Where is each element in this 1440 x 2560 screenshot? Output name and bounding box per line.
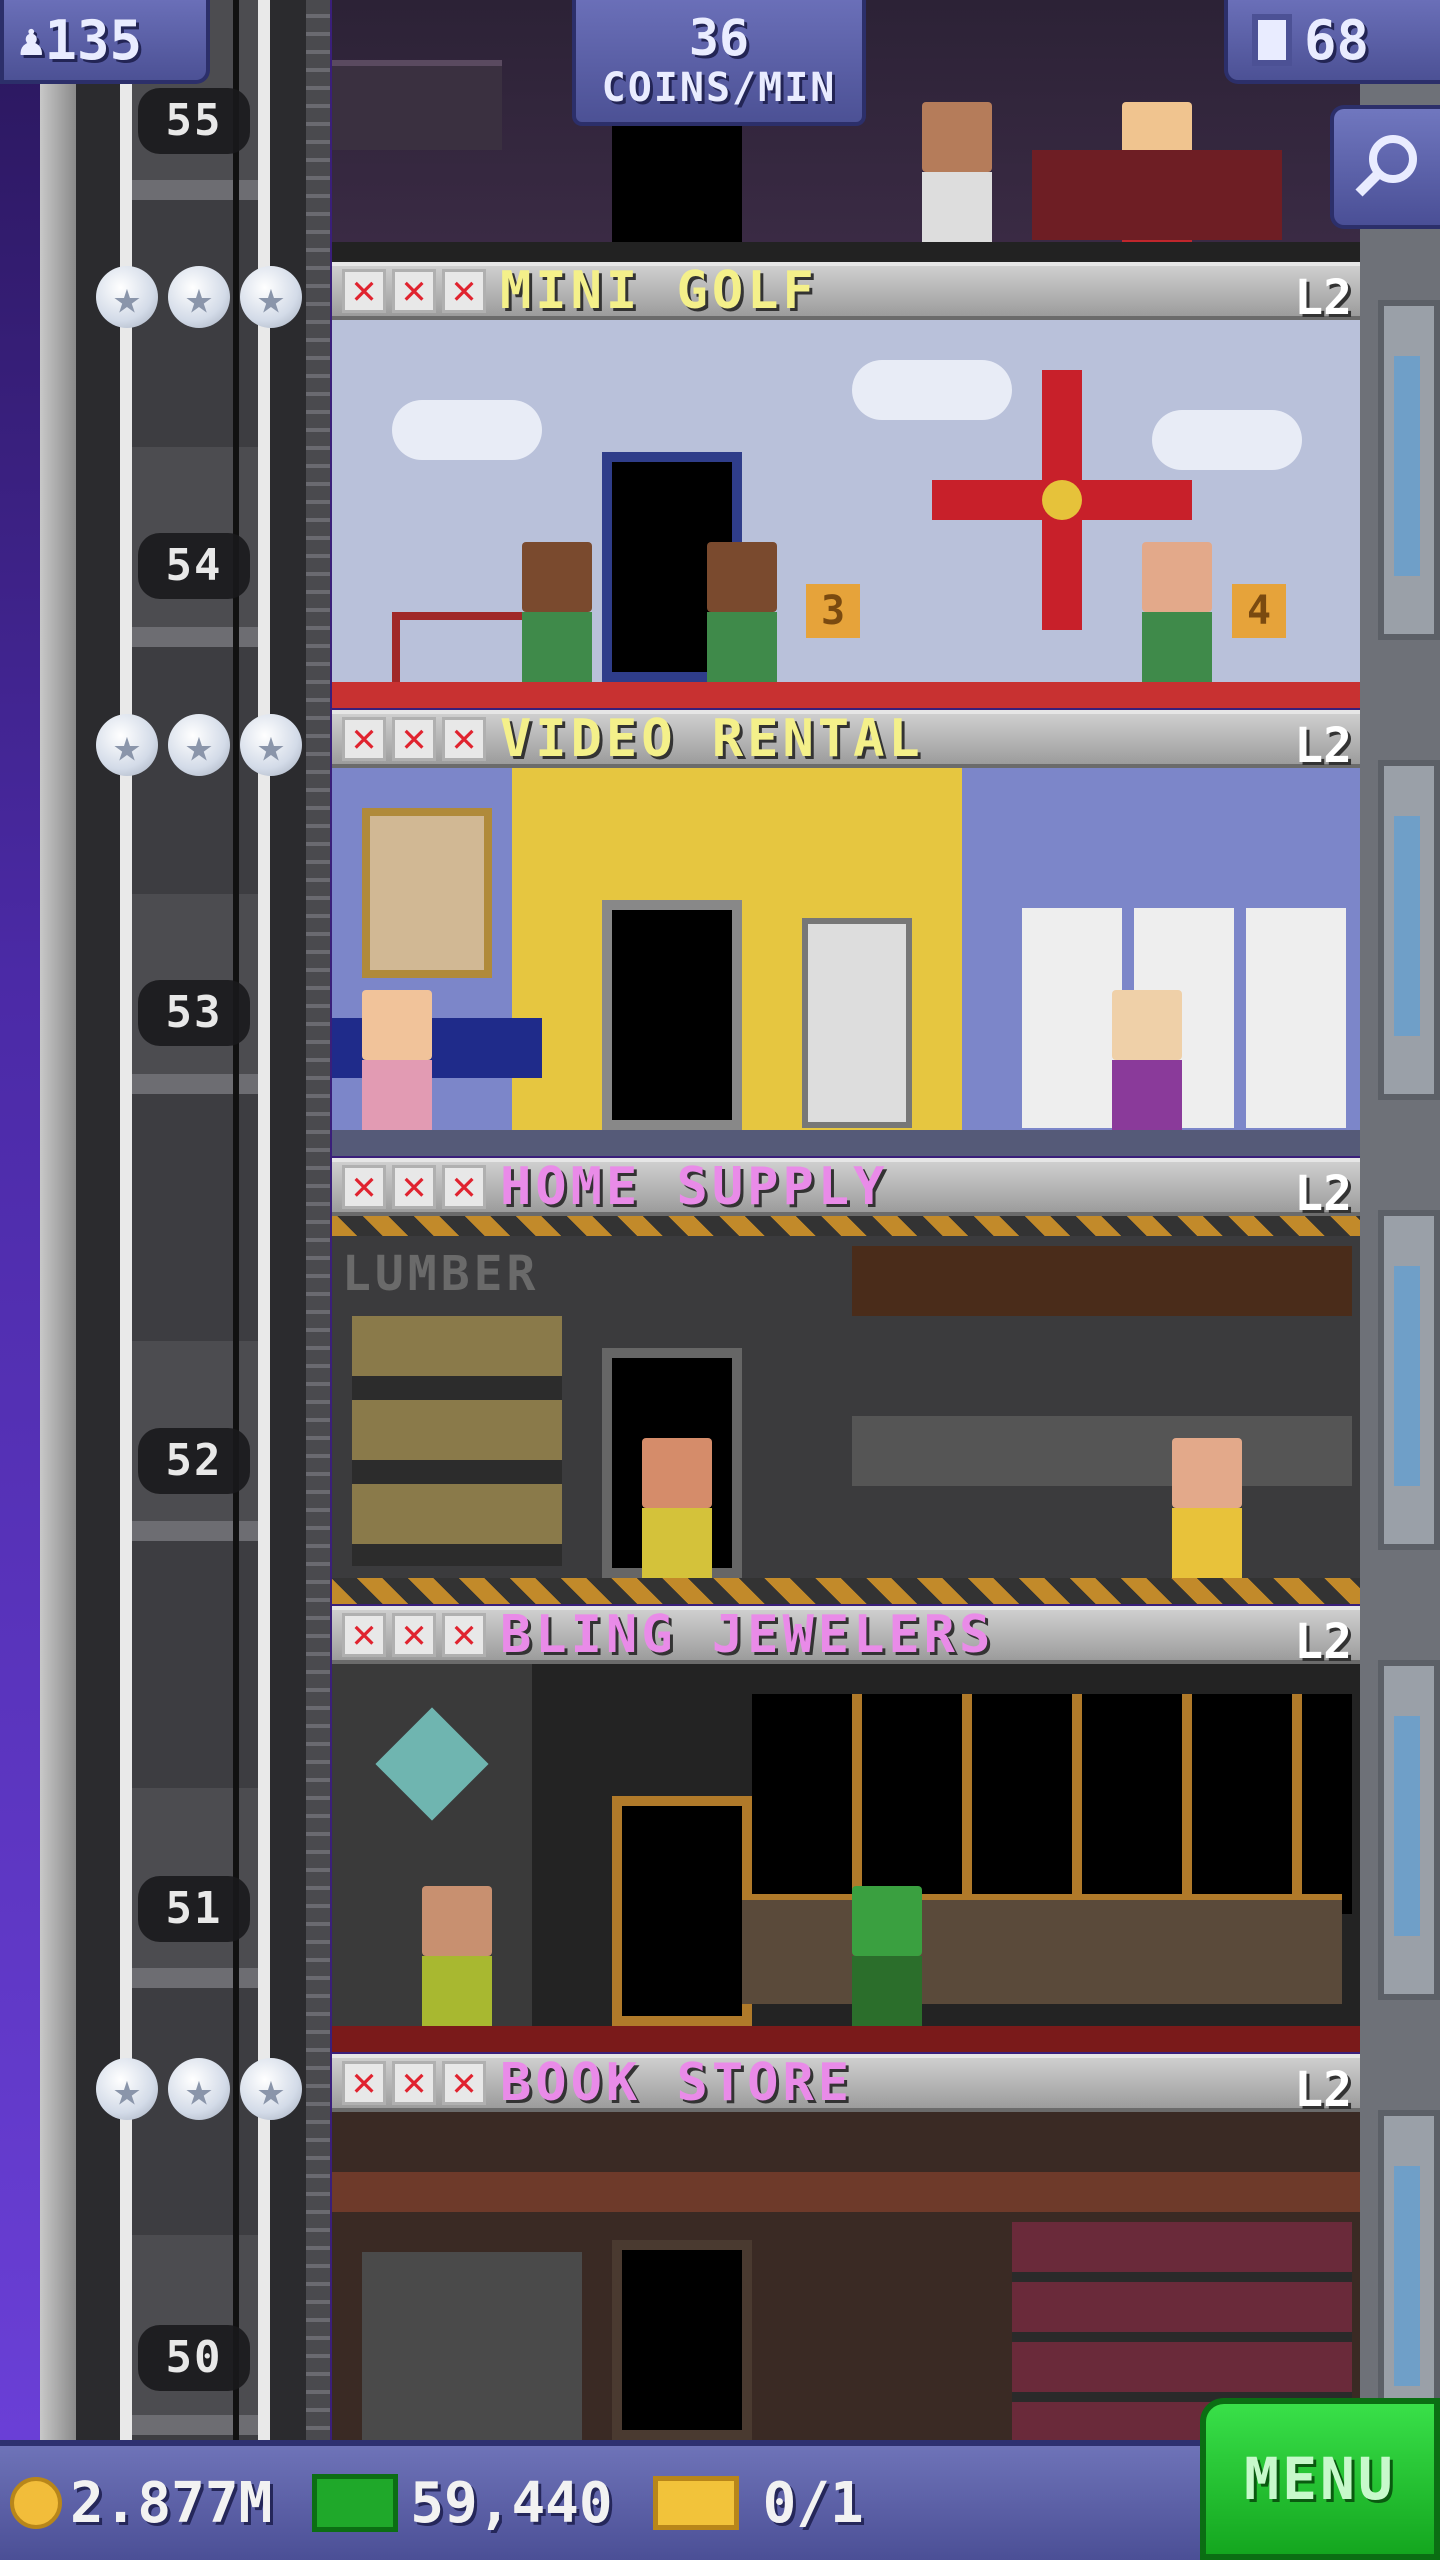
coins-per-min-value: 36: [688, 9, 750, 67]
bux-icon: [312, 2474, 399, 2532]
bitizen-character[interactable]: [1112, 990, 1182, 1130]
arcade-machine: [802, 918, 912, 1128]
floor-50-book-store[interactable]: ✕ ✕ ✕ BOOK STORE L2: [332, 2053, 1360, 2440]
star-icon: ★: [96, 714, 158, 776]
search-button[interactable]: [1330, 105, 1440, 229]
floor-number-50: 50: [138, 2325, 250, 2391]
floor-name: MINI GOLF: [500, 261, 818, 321]
unstocked-x-icon: ✕: [342, 2061, 386, 2105]
unstocked-x-icon: ✕: [392, 269, 436, 313]
unstocked-x-icon: ✕: [392, 2061, 436, 2105]
floor-room[interactable]: LUMBER: [332, 1216, 1360, 1604]
bitizen-character[interactable]: [1172, 1438, 1242, 1578]
floor-room[interactable]: [332, 768, 1360, 1156]
floor-number-54: 54: [138, 533, 250, 599]
star-icon: ★: [240, 266, 302, 328]
bitizen-character[interactable]: [522, 542, 592, 682]
bux-value: 59,440: [410, 2470, 613, 2536]
star-icon: ★: [96, 2058, 158, 2120]
golf-hole-sign: 3: [806, 584, 860, 638]
floor-stars-50: ★ ★ ★: [96, 2058, 302, 2120]
golf-hole-sign: 4: [1232, 584, 1286, 638]
star-icon: ★: [168, 2058, 230, 2120]
magnifier-icon: [1355, 135, 1417, 197]
unstocked-x-icon: ✕: [342, 717, 386, 761]
floor-level: L2: [1294, 1166, 1352, 1222]
exterior-window: [1378, 300, 1440, 640]
floor-number-55: 55: [138, 88, 250, 154]
floor-54-mini-golf[interactable]: ✕ ✕ ✕ MINI GOLF L2 3 4: [332, 261, 1360, 708]
floor-number-52: 52: [138, 1428, 250, 1494]
unstocked-x-icon: ✕: [342, 269, 386, 313]
population-counter[interactable]: ♟ 135: [0, 0, 210, 84]
floor-number-53: 53: [138, 980, 250, 1046]
population-value: 135: [44, 8, 143, 72]
person-icon: ♟: [18, 14, 45, 66]
floor-stars-53: ★ ★ ★: [96, 714, 302, 776]
floor-count-value: 68: [1304, 8, 1370, 72]
unstocked-x-icon: ✕: [342, 1613, 386, 1657]
ticket-icon: [652, 2476, 739, 2530]
unstocked-x-icon: ✕: [392, 1165, 436, 1209]
bitizen-character[interactable]: [362, 990, 432, 1130]
lumber-sign: LUMBER: [342, 1246, 540, 1302]
unstocked-x-icon: ✕: [392, 1613, 436, 1657]
unstocked-x-icon: ✕: [392, 717, 436, 761]
bitizen-character[interactable]: [707, 542, 777, 682]
star-icon: ★: [96, 266, 158, 328]
floor-room[interactable]: [332, 1664, 1360, 2052]
room-door: [602, 900, 742, 1130]
unstocked-x-icon: ✕: [442, 1613, 486, 1657]
floor-name: BOOK STORE: [500, 2053, 854, 2113]
unstocked-x-icon: ✕: [442, 269, 486, 313]
floor-level: L2: [1294, 718, 1352, 774]
menu-button[interactable]: MENU: [1200, 2398, 1440, 2560]
sky-background: [0, 0, 40, 2440]
floor-name: HOME SUPPLY: [500, 1157, 889, 1217]
star-icon: ★: [168, 266, 230, 328]
room-door: [612, 1796, 752, 2026]
bitizen-character[interactable]: [922, 102, 992, 242]
floor-number-51: 51: [138, 1876, 250, 1942]
floor-name: VIDEO RENTAL: [500, 709, 924, 769]
floor-52-home-supply[interactable]: ✕ ✕ ✕ HOME SUPPLY L2 LUMBER: [332, 1157, 1360, 1604]
floor-level: L2: [1294, 1614, 1352, 1670]
exterior-window: [1378, 1210, 1440, 1550]
star-icon: ★: [240, 714, 302, 776]
floor-banner[interactable]: ✕ ✕ ✕ BOOK STORE L2: [332, 2053, 1360, 2118]
floor-banner[interactable]: ✕ ✕ ✕ HOME SUPPLY L2: [332, 1157, 1360, 1222]
floor-room[interactable]: [332, 2112, 1360, 2440]
floor-name: BLING JEWELERS: [500, 1605, 995, 1665]
star-icon: ★: [168, 714, 230, 776]
floor-level: L2: [1294, 270, 1352, 326]
floor-banner[interactable]: ✕ ✕ ✕ MINI GOLF L2: [332, 261, 1360, 326]
unstocked-x-icon: ✕: [442, 1165, 486, 1209]
coins-per-min-label: COINS/MIN: [601, 65, 837, 111]
exterior-window: [1378, 760, 1440, 1100]
room-door: [612, 2240, 752, 2440]
exterior-window: [1378, 1660, 1440, 2000]
star-icon: ★: [240, 2058, 302, 2120]
floor-51-bling-jewelers[interactable]: ✕ ✕ ✕ BLING JEWELERS L2: [332, 1605, 1360, 2052]
bitizen-character[interactable]: [642, 1438, 712, 1578]
coins-value: 2.877M: [70, 2470, 273, 2536]
bitizen-character[interactable]: [422, 1886, 492, 2026]
floor-53-video-rental[interactable]: ✕ ✕ ✕ VIDEO RENTAL L2: [332, 709, 1360, 1156]
floor-banner[interactable]: ✕ ✕ ✕ BLING JEWELERS L2: [332, 1605, 1360, 1670]
floor-room[interactable]: 3 4: [332, 320, 1360, 708]
floor-level: L2: [1294, 2062, 1352, 2118]
unstocked-x-icon: ✕: [442, 2061, 486, 2105]
unstocked-x-icon: ✕: [442, 717, 486, 761]
coins-per-minute-panel: 36 COINS/MIN: [572, 0, 866, 126]
bitizen-character[interactable]: [1142, 542, 1212, 682]
floor-banner[interactable]: ✕ ✕ ✕ VIDEO RENTAL L2: [332, 709, 1360, 774]
floor-count[interactable]: 68: [1224, 0, 1440, 84]
floor-stars-54: ★ ★ ★: [96, 266, 302, 328]
tickets-value: 0/1: [762, 2470, 864, 2536]
unstocked-x-icon: ✕: [342, 1165, 386, 1209]
bitizen-character[interactable]: [852, 1886, 922, 2026]
coin-icon: [10, 2477, 62, 2529]
building-icon: [1252, 14, 1292, 66]
